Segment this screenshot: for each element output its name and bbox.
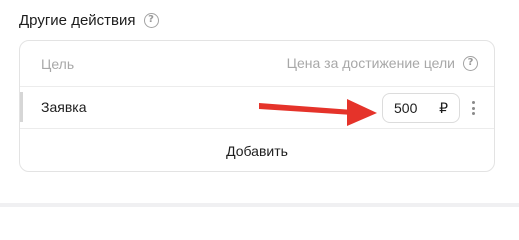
more-dot (471, 106, 475, 110)
section-header: Другие действия ? (19, 9, 159, 31)
table-header: Цель Цена за достижение цели ? (20, 41, 494, 87)
help-icon[interactable]: ? (143, 12, 159, 28)
bottom-divider (0, 203, 519, 207)
other-actions-page: Другие действия ? Цель Цена за достижени… (0, 0, 519, 207)
more-options-icon[interactable] (467, 98, 479, 118)
row-accent-bar (20, 92, 23, 122)
price-help-icon[interactable]: ? (463, 55, 478, 71)
currency-symbol: ₽ (439, 100, 448, 116)
price-input[interactable]: 500 ₽ (382, 93, 460, 123)
column-header-price: Цена за достижение цели ? (287, 55, 478, 71)
column-header-goal: Цель (41, 56, 75, 72)
add-button[interactable]: Добавить (20, 129, 494, 172)
more-dot (471, 112, 475, 115)
section-title: Другие действия (19, 11, 136, 29)
price-input-value[interactable]: 500 (394, 100, 417, 116)
goals-table: Цель Цена за достижение цели ? Заявка 50… (19, 40, 495, 172)
goal-name: Заявка (41, 99, 87, 115)
more-dot (471, 101, 475, 104)
column-header-price-label: Цена за достижение цели (286, 55, 455, 71)
table-row: Заявка 500 ₽ (20, 87, 494, 129)
